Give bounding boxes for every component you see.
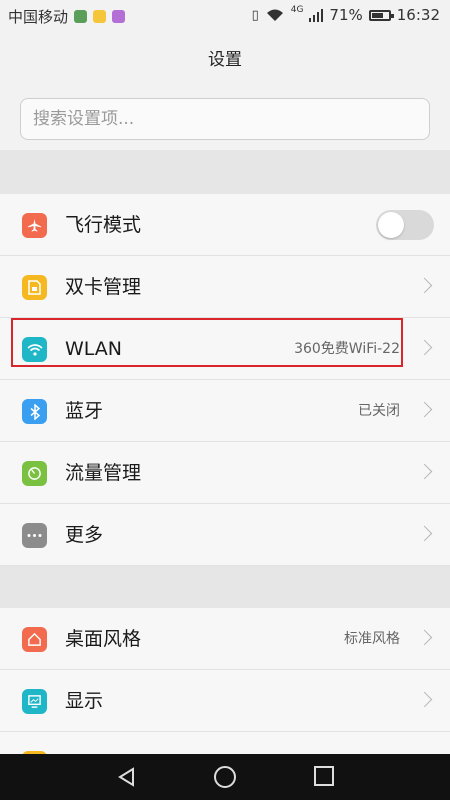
chevron-right-icon bbox=[416, 691, 433, 708]
settings-row-airplane-mode[interactable]: 飞行模式 bbox=[0, 194, 450, 256]
settings-row-label: 显示 bbox=[65, 690, 104, 712]
recent-apps-icon[interactable] bbox=[314, 766, 334, 786]
battery-icon bbox=[368, 9, 394, 21]
home-button-icon[interactable] bbox=[214, 766, 236, 788]
settings-row-bluetooth[interactable]: 蓝牙 已关闭 bbox=[0, 380, 450, 442]
battery-percent: 71% bbox=[329, 6, 363, 24]
wifi-icon bbox=[22, 337, 47, 362]
bluetooth-icon bbox=[22, 399, 47, 424]
more-icon bbox=[22, 523, 47, 548]
settings-row-label: 流量管理 bbox=[65, 462, 142, 484]
section-divider bbox=[0, 150, 450, 194]
chevron-right-icon bbox=[416, 401, 433, 418]
settings-row-label: 桌面风格 bbox=[65, 628, 142, 650]
settings-row-value: 已关闭 bbox=[358, 403, 400, 419]
status-bar: 中国移动 ▯ 4G 71% 16:32 bbox=[0, 0, 450, 32]
home-icon bbox=[22, 627, 47, 652]
back-icon[interactable] bbox=[117, 767, 137, 787]
settings-row-label: WLAN bbox=[65, 338, 123, 360]
cell-signal-icon bbox=[309, 8, 324, 22]
airplane-mode-toggle[interactable] bbox=[376, 210, 434, 240]
settings-row-display[interactable]: 显示 bbox=[0, 670, 450, 732]
wifi-signal-icon bbox=[266, 9, 283, 21]
display-icon bbox=[22, 689, 47, 714]
settings-row-value: 360免费WiFi-22 bbox=[294, 341, 400, 357]
settings-row-value: 标准风格 bbox=[344, 631, 400, 647]
notification-wifi-app-icon bbox=[93, 10, 107, 23]
search-input[interactable]: 搜索设置项... bbox=[20, 98, 430, 140]
settings-row-wlan[interactable]: WLAN 360免费WiFi-22 bbox=[0, 318, 450, 380]
sim-card-icon bbox=[22, 275, 47, 300]
airplane-icon bbox=[22, 213, 47, 238]
vibrate-icon: ▯ bbox=[251, 7, 259, 23]
settings-group-network: 飞行模式双卡管理 WLAN 360免费WiFi-22 蓝牙 已关闭流量管理更多 bbox=[0, 194, 450, 566]
settings-group-display: 桌面风格 标准风格显示 bbox=[0, 608, 450, 754]
chevron-right-icon bbox=[416, 277, 433, 294]
settings-row-label: 蓝牙 bbox=[65, 400, 104, 422]
chevron-right-icon bbox=[416, 525, 433, 542]
chevron-right-icon bbox=[416, 339, 433, 356]
search-area: 搜索设置项... bbox=[0, 88, 450, 150]
settings-row-label: 双卡管理 bbox=[65, 276, 142, 298]
clock: 16:32 bbox=[396, 6, 440, 24]
chevron-right-icon bbox=[416, 463, 433, 480]
settings-row-data-usage[interactable]: 流量管理 bbox=[0, 442, 450, 504]
settings-row-partial[interactable] bbox=[0, 732, 450, 754]
settings-row-label: 飞行模式 bbox=[65, 214, 142, 236]
network-type: 4G bbox=[290, 5, 304, 15]
notification-app-icon bbox=[74, 10, 88, 23]
notification-gallery-icon bbox=[112, 10, 126, 23]
carrier-name: 中国移动 bbox=[8, 8, 69, 26]
settings-row-more[interactable]: 更多 bbox=[0, 504, 450, 566]
settings-row-theme[interactable]: 桌面风格 标准风格 bbox=[0, 608, 450, 670]
toggle-knob bbox=[378, 212, 404, 238]
gauge-icon bbox=[22, 461, 47, 486]
page-title: 设置 bbox=[208, 50, 242, 70]
settings-row-label: 更多 bbox=[65, 524, 104, 546]
settings-row-dual-sim[interactable]: 双卡管理 bbox=[0, 256, 450, 318]
navigation-bar bbox=[0, 754, 450, 800]
section-divider bbox=[0, 566, 450, 608]
chevron-right-icon bbox=[416, 629, 433, 646]
